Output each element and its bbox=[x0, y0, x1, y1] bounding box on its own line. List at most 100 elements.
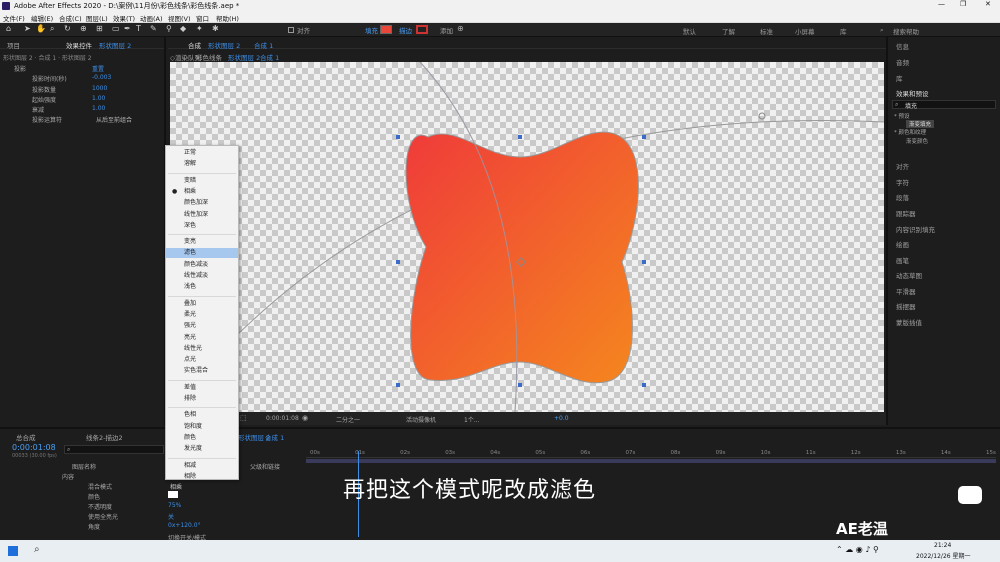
blend-mode-option[interactable]: 差值 bbox=[166, 383, 238, 393]
transform-handle[interactable] bbox=[396, 383, 400, 387]
panel-align[interactable]: 对齐 bbox=[896, 161, 909, 171]
timeline-search-input[interactable]: ⌕ bbox=[64, 445, 164, 454]
workspace-library[interactable]: 库 bbox=[840, 26, 847, 36]
menu-composition[interactable]: 合成(C) bbox=[59, 13, 82, 23]
tab-composition-comp[interactable]: 合成 1 bbox=[254, 40, 273, 50]
blend-mode-option[interactable]: 实色混合 bbox=[166, 366, 238, 376]
camera-icon[interactable]: ◉ bbox=[302, 414, 308, 422]
prop-value[interactable]: 1.00 bbox=[92, 105, 105, 112]
clone-tool-icon[interactable]: ⚲ bbox=[166, 24, 172, 33]
col-parent[interactable]: 父级和链接 bbox=[250, 462, 280, 471]
eraser-tool-icon[interactable]: ◆ bbox=[180, 24, 186, 33]
layer-row[interactable]: 内容 bbox=[62, 472, 74, 481]
blend-mode-option[interactable]: 浅色 bbox=[166, 282, 238, 292]
composition-viewer[interactable] bbox=[170, 62, 884, 412]
tree-item[interactable]: * 预设 bbox=[894, 112, 910, 120]
workspace-learn[interactable]: 了解 bbox=[722, 26, 735, 36]
comp-tab-shape[interactable]: 形状图层 2 bbox=[228, 52, 260, 62]
workspace-default[interactable]: 默认 bbox=[683, 26, 696, 36]
search-help[interactable]: 搜索帮助 bbox=[893, 26, 919, 36]
opacity-value[interactable]: 75% bbox=[168, 502, 181, 509]
panel-wiggler[interactable]: 摇摆器 bbox=[896, 301, 916, 311]
panel-info[interactable]: 信息 bbox=[896, 41, 909, 51]
menu-view[interactable]: 视图(V) bbox=[168, 13, 191, 23]
blend-mode-option[interactable]: 线性加深 bbox=[166, 210, 238, 220]
transform-handle[interactable] bbox=[396, 260, 400, 264]
tray-icons[interactable]: ⌃ ☁ ◉ ♪ ⚲ bbox=[836, 545, 879, 554]
current-time[interactable]: 0:00:01:08 bbox=[12, 443, 56, 452]
resolution-dropdown[interactable]: 二分之一 bbox=[336, 415, 360, 424]
menu-window[interactable]: 窗口 bbox=[196, 13, 209, 23]
reset-link[interactable]: 重置 bbox=[92, 64, 104, 73]
tab-effect-controls-target[interactable]: 形状图层 2 bbox=[99, 40, 131, 50]
blend-mode-dropdown[interactable]: 相乘 bbox=[170, 482, 182, 491]
blend-mode-option[interactable]: 亮光 bbox=[166, 333, 238, 343]
blend-mode-option[interactable]: 溶解 bbox=[166, 159, 238, 169]
blend-mode-option[interactable]: 变亮 bbox=[166, 237, 238, 247]
tab-project[interactable]: 项目 bbox=[7, 40, 20, 50]
operator-dropdown[interactable]: 从后至前组合 bbox=[96, 115, 132, 124]
work-area-bar[interactable] bbox=[306, 459, 996, 463]
menu-layer[interactable]: 图层(L) bbox=[86, 13, 108, 23]
layer-row[interactable]: 不透明度 bbox=[88, 502, 112, 511]
add-label[interactable]: 添加 bbox=[440, 25, 453, 35]
workspace-standard[interactable]: 标准 bbox=[760, 26, 773, 36]
blend-mode-option[interactable]: 颜色 bbox=[166, 433, 238, 443]
prop-value[interactable]: -0.003 bbox=[92, 74, 111, 81]
close-button[interactable]: ✕ bbox=[985, 0, 991, 8]
stroke-label[interactable]: 描边 bbox=[399, 25, 412, 35]
transform-handle[interactable] bbox=[642, 383, 646, 387]
brush-tool-icon[interactable]: ✎ bbox=[150, 24, 157, 33]
snapshot-icon[interactable]: ⬚ bbox=[240, 414, 247, 422]
comp-tab-lines[interactable]: 彩色线条 bbox=[196, 52, 222, 62]
blend-mode-option[interactable]: 相除 bbox=[166, 472, 238, 482]
menu-animation[interactable]: 动画(A) bbox=[140, 13, 163, 23]
blend-mode-option[interactable]: 正常 bbox=[166, 148, 238, 158]
blend-mode-option[interactable]: 变暗 bbox=[166, 176, 238, 186]
panel-paragraph[interactable]: 段落 bbox=[896, 192, 909, 202]
prop-value[interactable]: 1.00 bbox=[92, 95, 105, 102]
pan-behind-icon[interactable]: ⊞ bbox=[96, 24, 103, 33]
views-dropdown[interactable]: 1个... bbox=[464, 415, 480, 424]
selection-tool-icon[interactable]: ➤ bbox=[24, 24, 31, 33]
exposure-value[interactable]: +0.0 bbox=[554, 415, 569, 422]
blend-mode-option[interactable]: 深色 bbox=[166, 221, 238, 231]
panel-tracker[interactable]: 跟踪器 bbox=[896, 208, 916, 218]
blend-mode-option[interactable]: 相减 bbox=[166, 461, 238, 471]
workspace-small-screen[interactable]: 小屏幕 bbox=[795, 26, 815, 36]
hand-tool-icon[interactable]: ✋ bbox=[36, 24, 46, 33]
blend-mode-option[interactable]: ● 相乘 bbox=[166, 187, 238, 197]
blend-mode-option[interactable]: 柔光 bbox=[166, 310, 238, 320]
blend-mode-option[interactable]: 饱和度 bbox=[166, 422, 238, 432]
prop-value[interactable]: 1000 bbox=[92, 85, 107, 92]
type-tool-icon[interactable]: T bbox=[136, 24, 141, 33]
blend-mode-option[interactable]: 滤色 bbox=[166, 248, 238, 259]
layer-row[interactable]: 使用全亮光 bbox=[88, 512, 118, 521]
blend-mode-option[interactable]: 颜色减淡 bbox=[166, 260, 238, 270]
transform-handle[interactable] bbox=[642, 135, 646, 139]
panel-mask-interp[interactable]: 蒙版插值 bbox=[896, 317, 922, 327]
align-checkbox[interactable] bbox=[288, 27, 294, 33]
tree-item[interactable]: 渐变颜色 bbox=[906, 137, 928, 145]
time-ruler[interactable]: 00s 01s 02s 03s 04s 05s 06s 07s 08s 09s 10s 11s 12s 1… bbox=[306, 448, 996, 458]
menu-edit[interactable]: 编辑(E) bbox=[31, 13, 53, 23]
panel-brushes[interactable]: 画笔 bbox=[896, 255, 909, 265]
clock-time[interactable]: 21:24 bbox=[934, 542, 951, 549]
transform-handle[interactable] bbox=[518, 135, 522, 139]
windows-start-icon[interactable] bbox=[8, 546, 18, 556]
blend-mode-option[interactable]: 发光度 bbox=[166, 444, 238, 454]
rotate-tool-icon[interactable]: ↻ bbox=[64, 24, 71, 33]
blend-mode-option[interactable]: 颜色加深 bbox=[166, 198, 238, 208]
menu-file[interactable]: 文件(F) bbox=[3, 13, 25, 23]
layer-row[interactable]: 颜色 bbox=[88, 492, 100, 501]
angle-value[interactable]: 0x+120.0° bbox=[168, 522, 201, 529]
tab-effect-controls[interactable]: 效果控件 bbox=[66, 40, 92, 50]
transform-handle[interactable] bbox=[396, 135, 400, 139]
menu-effect[interactable]: 效果(T) bbox=[113, 13, 135, 23]
effect-section-title[interactable]: 投影 bbox=[14, 64, 26, 73]
minimize-button[interactable]: — bbox=[938, 0, 945, 8]
panel-paint[interactable]: 绘画 bbox=[896, 239, 909, 249]
tree-item-selected[interactable]: 渐变填充 bbox=[906, 120, 935, 128]
menu-help[interactable]: 帮助(H) bbox=[216, 13, 239, 23]
panel-smoother[interactable]: 平滑器 bbox=[896, 286, 916, 296]
